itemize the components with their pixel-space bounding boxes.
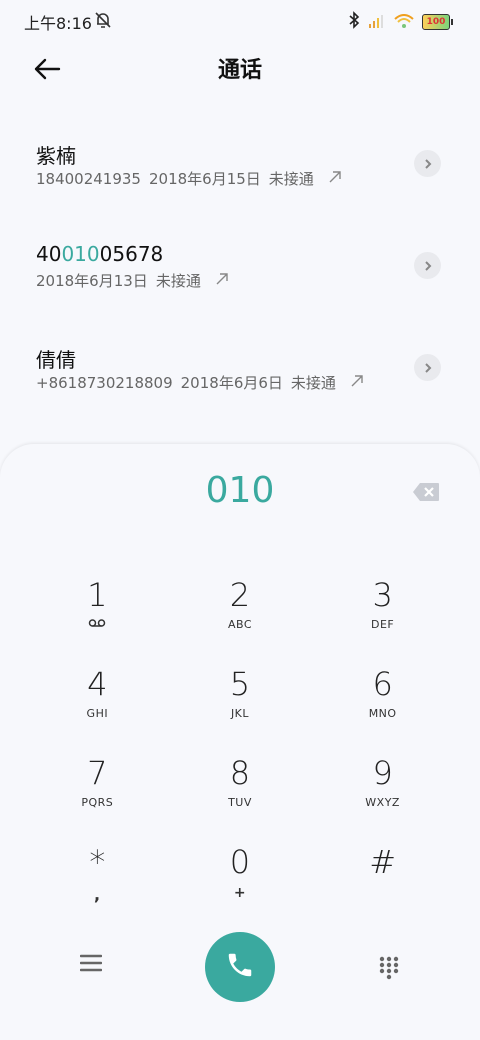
call-date: 2018年6月6日 bbox=[180, 374, 283, 392]
call-status: 未接通 bbox=[155, 272, 201, 290]
menu-icon[interactable] bbox=[79, 954, 103, 976]
call-status: 未接通 bbox=[268, 170, 314, 188]
page-title: 通话 bbox=[217, 58, 262, 83]
call-row[interactable]: 倩倩 +8618730218809 2018年6月6日 未接通 bbox=[0, 322, 480, 424]
call-meta: +8618730218809 2018年6月6日 未接通 bbox=[36, 372, 364, 393]
call-row[interactable]: 紫楠 18400241935 2018年6月15日 未接通 bbox=[0, 118, 480, 220]
outgoing-call-icon bbox=[215, 272, 229, 290]
call-row[interactable]: 4001005678 2018年6月13日 未接通 bbox=[0, 220, 480, 322]
chevron-right-icon[interactable] bbox=[414, 252, 441, 279]
key-3[interactable]: 3 DEF bbox=[311, 576, 454, 665]
wifi-icon bbox=[394, 13, 414, 32]
call-button[interactable] bbox=[205, 932, 275, 1002]
key-star[interactable]: *, bbox=[26, 843, 169, 932]
status-bar: 上午8:16 100 bbox=[0, 0, 480, 40]
call-status: 未接通 bbox=[290, 374, 336, 392]
bluetooth-icon bbox=[348, 11, 360, 33]
call-date: 2018年6月15日 bbox=[148, 170, 261, 188]
contact-name: 4001005678 bbox=[36, 242, 164, 266]
call-number: +8618730218809 bbox=[36, 373, 173, 392]
dialer-actions bbox=[0, 932, 480, 1012]
dialer-panel: 010 1 2 ABC 3 DEF 4 GHI 5 JKL 6 MNO 7 PQRS 8 TU… bbox=[0, 444, 480, 1040]
call-meta: 18400241935 2018年6月15日 未接通 bbox=[36, 168, 342, 189]
key-8[interactable]: 8 TUV bbox=[169, 754, 312, 843]
keypad: 1 2 ABC 3 DEF 4 GHI 5 JKL 6 MNO 7 PQRS 8 TUV 9W… bbox=[26, 576, 454, 932]
call-list: 紫楠 18400241935 2018年6月15日 未接通 4001005678… bbox=[0, 118, 480, 424]
voicemail-icon bbox=[26, 618, 169, 634]
key-4[interactable]: 4 GHI bbox=[26, 665, 169, 754]
battery-icon: 100 bbox=[422, 14, 453, 30]
outgoing-call-icon bbox=[350, 374, 364, 392]
chevron-right-icon[interactable] bbox=[414, 150, 441, 177]
contact-name: 紫楠 bbox=[36, 144, 76, 168]
key-1[interactable]: 1 bbox=[26, 576, 169, 665]
key-5[interactable]: 5 JKL bbox=[169, 665, 312, 754]
dialpad-icon[interactable] bbox=[379, 956, 399, 984]
status-time: 上午8:16 bbox=[24, 14, 92, 33]
key-0[interactable]: 0 + bbox=[169, 843, 312, 932]
signal-icon bbox=[368, 13, 386, 32]
call-date: 2018年6月13日 bbox=[36, 272, 148, 290]
dial-input[interactable]: 010 bbox=[0, 470, 480, 511]
chevron-right-icon[interactable] bbox=[414, 354, 441, 381]
backspace-icon[interactable] bbox=[412, 482, 440, 506]
key-6[interactable]: 6 MNO bbox=[311, 665, 454, 754]
header: 通话 bbox=[0, 44, 480, 94]
outgoing-call-icon bbox=[328, 170, 342, 188]
status-icons: 100 bbox=[348, 11, 453, 33]
call-number: 18400241935 bbox=[36, 169, 141, 188]
key-9[interactable]: 9 WXYZ bbox=[311, 754, 454, 843]
call-meta: 2018年6月13日 未接通 bbox=[36, 270, 229, 291]
key-7[interactable]: 7 PQRS bbox=[26, 754, 169, 843]
mute-bell-icon bbox=[93, 10, 113, 34]
phone-icon bbox=[225, 950, 255, 984]
key-2[interactable]: 2 ABC bbox=[169, 576, 312, 665]
key-hash[interactable]: # bbox=[311, 843, 454, 932]
contact-name: 倩倩 bbox=[36, 348, 76, 372]
